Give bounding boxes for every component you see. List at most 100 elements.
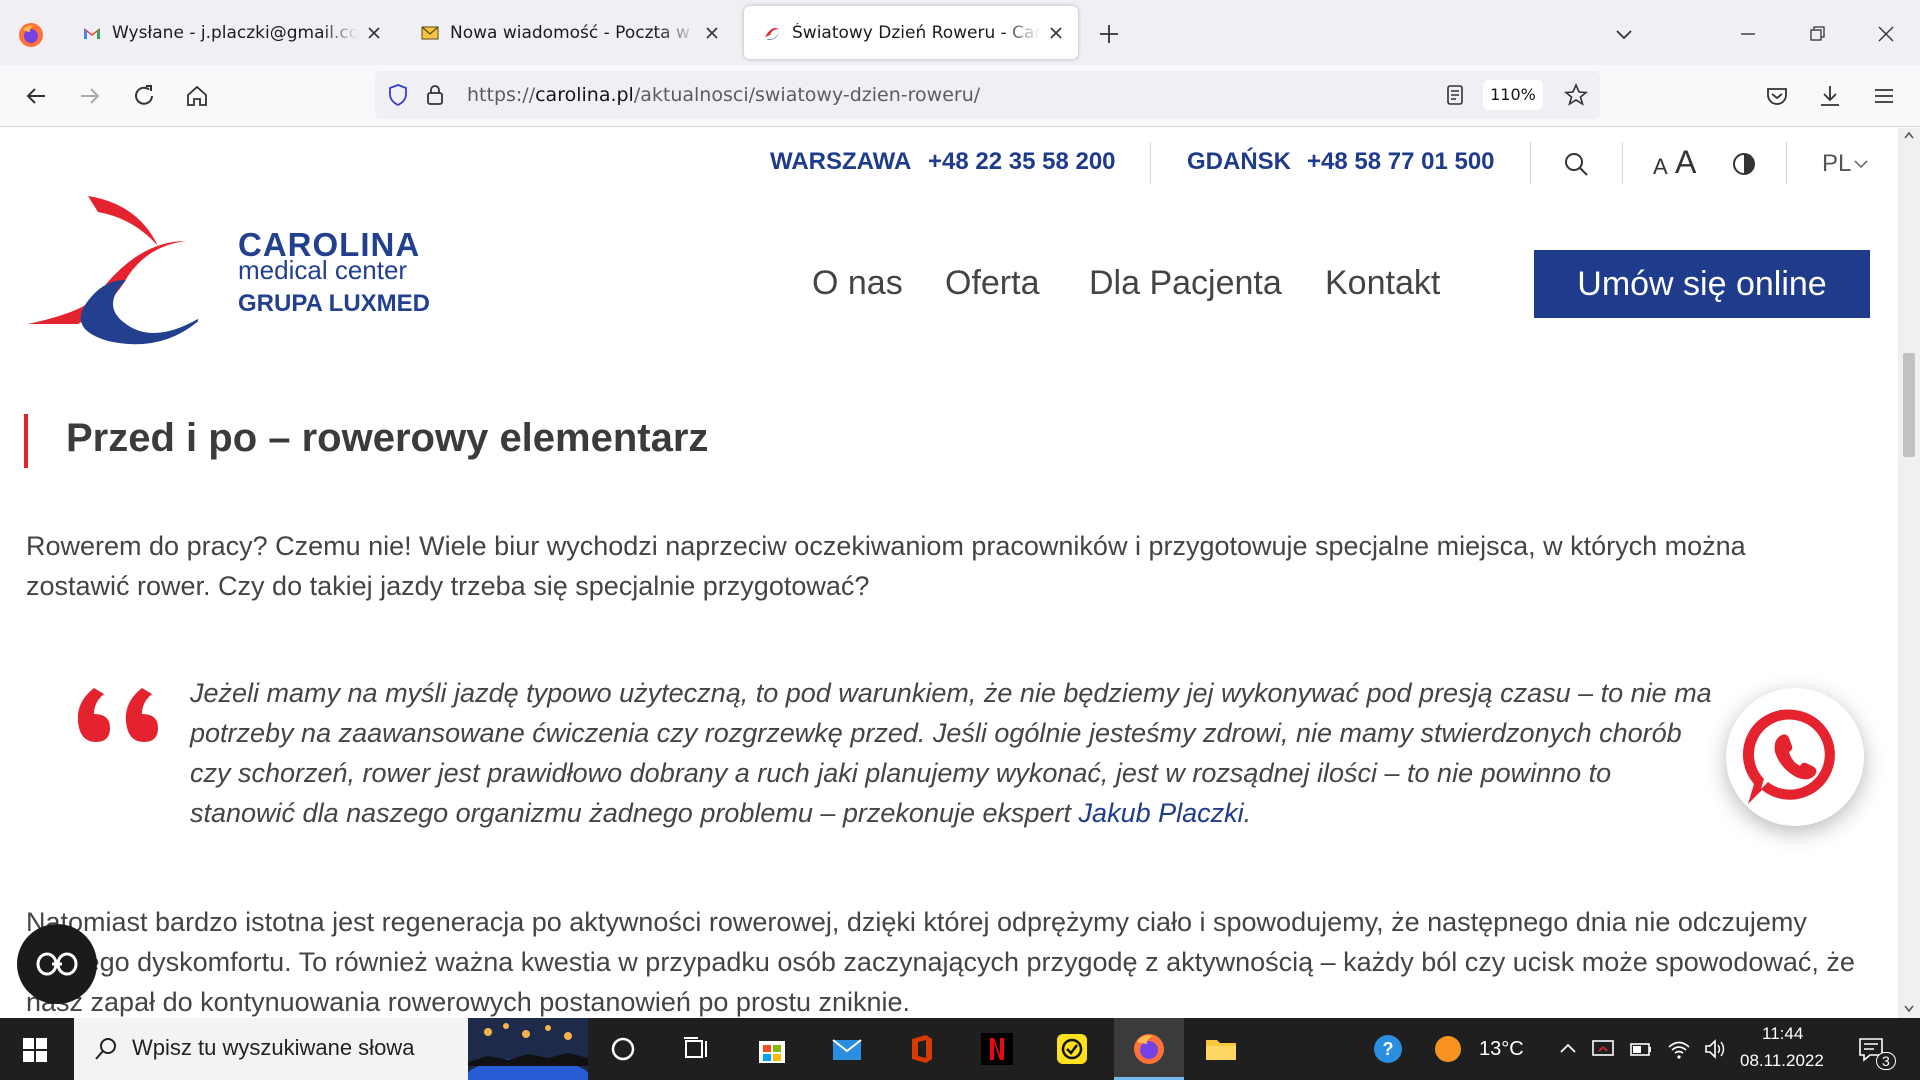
close-tab-icon[interactable] [1046,23,1066,43]
windows-start-icon[interactable] [22,1037,48,1063]
scroll-down-icon[interactable] [1903,1004,1915,1014]
tab-gmail[interactable]: Wysłane - j.placzki@gmail.com [64,6,396,59]
battery-icon[interactable] [1628,1036,1654,1062]
tab-title: Nowa wiadomość - Poczta w Onet [450,22,696,43]
netflix-icon[interactable] [979,1031,1015,1067]
cortana-icon[interactable] [605,1031,641,1067]
divider [1530,142,1531,184]
expert-link[interactable]: Jakub Placzki [1079,798,1244,828]
call-button[interactable] [1726,688,1864,826]
bookmark-star-icon[interactable] [1562,81,1590,109]
windows-taskbar: Wpisz tu wyszukiwane słowa ? 13°C 11:44 … [0,1018,1920,1080]
todo-app-icon[interactable] [1054,1031,1090,1067]
mail-app-icon[interactable] [829,1031,865,1067]
new-tab-icon[interactable] [1095,20,1123,48]
display-settings-icon[interactable] [1590,1036,1616,1062]
list-all-tabs-icon[interactable] [1610,20,1638,48]
search-highlight-image[interactable] [468,1018,588,1080]
carolina-logo-icon[interactable] [28,196,198,346]
tab-carolina[interactable]: Światowy Dzień Roweru - Carolina [744,6,1078,59]
menu-oferta[interactable]: Oferta [945,264,1039,303]
page-scrollbar[interactable] [1898,128,1920,1018]
expert-quote: Jeżeli mamy na myśli jazdę typowo użytec… [190,678,1712,828]
close-window-icon[interactable] [1872,20,1900,48]
chevron-down-icon [1854,160,1868,169]
tab-bar: Wysłane - j.placzki@gmail.com Nowa wiado… [0,0,1920,65]
back-icon[interactable] [21,81,51,111]
contact-phone-gdansk[interactable]: +48 58 77 01 500 [1307,148,1495,176]
firefox-icon [1134,1034,1164,1064]
downloads-icon[interactable] [1815,81,1845,111]
search-icon [95,1038,116,1060]
weather-temperature[interactable]: 13°C [1479,1038,1524,1061]
reload-icon[interactable] [129,81,159,111]
tracking-protection-icon[interactable] [385,82,411,108]
clock-time[interactable]: 11:44 [1762,1024,1803,1044]
menu-dla-pacjenta[interactable]: Dla Pacjenta [1089,264,1282,303]
logo-group: GRUPA LUXMED [238,290,430,317]
clock-date[interactable]: 08.11.2022 [1740,1051,1824,1071]
navigation-toolbar: https://carolina.pl/aktualnosci/swiatowy… [0,65,1920,127]
pocket-icon[interactable] [1762,81,1792,111]
search-icon[interactable] [1562,150,1590,178]
phone-icon [1742,709,1835,804]
carolina-favicon [765,27,779,40]
taskbar-active-app[interactable] [1114,1018,1184,1080]
minimize-icon[interactable] [1734,20,1762,48]
help-icon[interactable]: ? [1372,1033,1404,1065]
tab-title: Wysłane - j.placzki@gmail.com [112,22,358,43]
accessibility-button[interactable] [17,924,97,1004]
zoom-level-badge[interactable]: 110% [1483,80,1543,110]
office-icon[interactable] [904,1031,940,1067]
book-online-button[interactable]: Umów się online [1534,250,1870,318]
volume-icon[interactable] [1702,1036,1728,1062]
quote-mark-icon [77,688,158,742]
taskbar-search-box[interactable]: Wpisz tu wyszukiwane słowa [74,1018,588,1080]
lock-icon[interactable] [422,82,448,108]
app-menu-icon[interactable] [1869,81,1899,111]
home-icon[interactable] [182,81,212,111]
contrast-icon[interactable] [1730,150,1758,178]
section-title: Przed i po – rowerowy elementarz [66,416,709,460]
scroll-up-icon[interactable] [1903,130,1915,140]
divider [1622,142,1623,184]
url-text[interactable]: https://carolina.pl/aktualnosci/swiatowy… [467,84,980,106]
contact-phone-warszawa[interactable]: +48 22 35 58 200 [928,148,1116,176]
web-page: WARSZAWA +48 22 35 58 200 GDAŃSK +48 58 … [0,128,1898,1018]
reader-view-icon[interactable] [1443,83,1467,107]
font-size-large-button[interactable]: A [1675,144,1696,181]
url-bar[interactable]: https://carolina.pl/aktualnosci/swiatowy… [375,71,1600,119]
glasses-icon [36,952,78,976]
wifi-icon[interactable] [1666,1036,1692,1062]
divider [1786,142,1787,184]
section-accent-bar [24,414,28,468]
tab-onet-mail[interactable]: Nowa wiadomość - Poczta w Onet [402,6,734,59]
tab-title: Światowy Dzień Roweru - Carolina [792,22,1040,43]
mail-icon [421,26,439,39]
close-tab-icon[interactable] [364,23,384,43]
notification-count: 3 [1876,1052,1896,1070]
svg-text:?: ? [1383,1039,1394,1059]
font-size-small-button[interactable]: A [1653,154,1668,180]
language-selector[interactable]: PL [1822,150,1851,178]
weather-sun-icon[interactable] [1432,1033,1464,1065]
search-placeholder: Wpisz tu wyszukiwane słowa [132,1035,415,1060]
forward-icon[interactable] [75,81,105,111]
intro-paragraph: Rowerem do pracy? Czemu nie! Wiele biur … [26,531,1746,601]
scroll-thumb[interactable] [1903,353,1915,457]
contact-city-gdansk: GDAŃSK [1187,148,1292,175]
logo-subtitle: medical center [238,255,408,285]
contact-city-warszawa: WARSZAWA [770,148,912,175]
task-view-icon[interactable] [678,1031,714,1067]
close-tab-icon[interactable] [702,23,722,43]
menu-o-nas[interactable]: O nas [812,264,903,303]
microsoft-store-icon[interactable] [754,1031,790,1067]
body-paragraph: Natomiast bardzo istotna jest regeneracj… [26,907,1855,1017]
restore-icon[interactable] [1803,20,1831,48]
divider [1150,142,1151,184]
chevron-up-icon[interactable] [1558,1039,1578,1059]
file-explorer-icon[interactable] [1203,1031,1239,1067]
firefox-menu-icon[interactable] [18,22,44,48]
menu-kontakt[interactable]: Kontakt [1325,264,1440,303]
gmail-icon [84,27,100,39]
